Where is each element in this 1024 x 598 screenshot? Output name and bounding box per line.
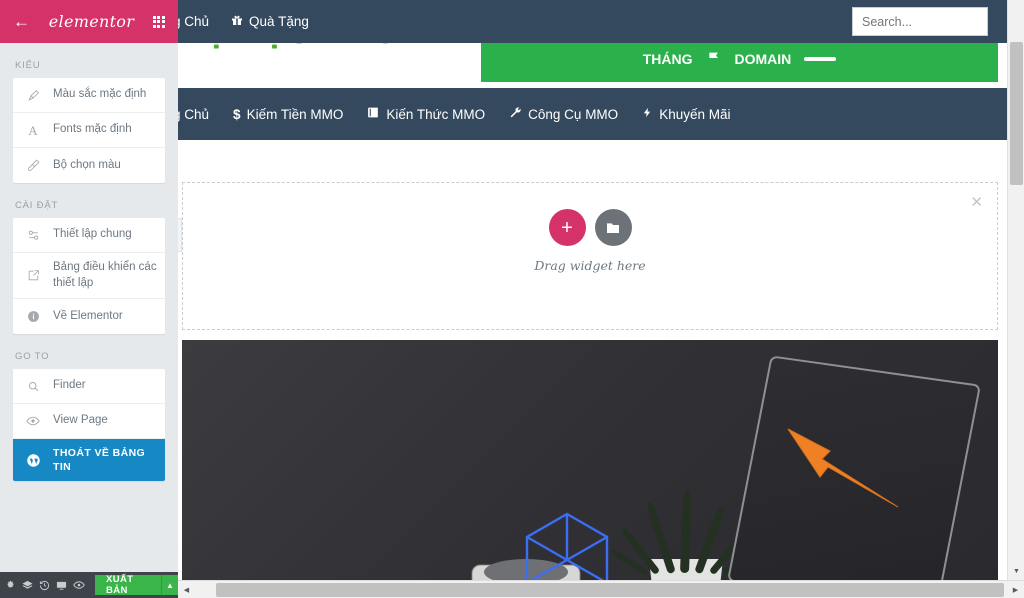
- panel-footer: XUẤT BẢN ▲: [0, 572, 178, 598]
- font-a-icon: A: [28, 122, 38, 138]
- horizontal-scrollbar[interactable]: ◀ ▶: [178, 580, 1024, 598]
- menu-item-settings-dashboard[interactable]: Bảng điều khiển các thiết lập: [13, 253, 165, 300]
- menu-item-view-page[interactable]: View Page: [13, 404, 165, 440]
- nav-label: Công Cụ MMO: [528, 106, 619, 122]
- drop-zone-label: Drag widget here: [534, 258, 646, 273]
- history-icon[interactable]: [39, 580, 50, 591]
- nav-item-home[interactable]: ang Chủ: [178, 107, 209, 122]
- responsive-icon[interactable]: [56, 580, 67, 591]
- menu-item-default-colors[interactable]: Màu sắc mặc định: [13, 78, 165, 113]
- scroll-right-arrow-icon[interactable]: ▶: [1007, 581, 1024, 598]
- logo-text-orange: MMO: [318, 43, 398, 50]
- book-icon: [367, 106, 380, 122]
- menu-item-default-fonts[interactable]: A Fonts mặc định: [13, 113, 165, 148]
- elementor-panel: ← elementor KIỂU Màu sắc mặc định A Font…: [0, 0, 178, 598]
- site-topbar: ang Chủ Quà Tặng: [178, 0, 1024, 43]
- horizontal-scrollbar-thumb[interactable]: [216, 583, 1004, 597]
- nav-label: Khuyến Mãi: [659, 106, 731, 122]
- drop-zone-inner: + Drag widget here: [183, 209, 997, 273]
- menu-label: Finder: [53, 379, 86, 392]
- folder-icon[interactable]: [594, 209, 632, 246]
- vertical-scrollbar-thumb[interactable]: [1010, 42, 1023, 185]
- editor-canvas: ❮ + Drag widget here ✕: [178, 140, 1024, 598]
- publish-button[interactable]: XUẤT BẢN: [95, 574, 162, 596]
- section-title-settings: CÀI ĐẶT: [15, 200, 59, 211]
- promo-flag-icon: [706, 50, 722, 69]
- site-main-nav: ang Chủ $ Kiếm Tiền MMO Kiến Thức MMO: [178, 88, 1024, 140]
- eyedropper-icon: [13, 159, 53, 172]
- settings-menu-card: Thiết lập chung Bảng điều khiển các thiế…: [13, 218, 165, 335]
- menu-label: Bảng điều khiển các thiết lập: [53, 261, 157, 289]
- site-banner: TỰ HỌC MMO THÁNG DOMAIN: [178, 43, 1024, 88]
- menu-label: Thiết lập chung: [53, 228, 132, 241]
- arrow-left-icon[interactable]: ←: [13, 13, 30, 30]
- menu-item-general-settings[interactable]: Thiết lập chung: [13, 218, 165, 253]
- grid-icon[interactable]: [152, 15, 165, 28]
- promo-left-text: THÁNG: [642, 51, 693, 67]
- vertical-scrollbar[interactable]: ▼: [1007, 0, 1024, 580]
- menu-label: Màu sắc mặc định: [53, 88, 147, 101]
- gift-icon: [231, 14, 243, 29]
- wordpress-icon: [13, 453, 53, 468]
- section-title-goto: GO TO: [15, 351, 50, 363]
- external-link-icon: [13, 269, 53, 282]
- sliders-icon: [13, 229, 53, 242]
- menu-item-about-elementor[interactable]: Về Elementor: [13, 299, 165, 334]
- menu-label: Fonts mặc định: [53, 123, 132, 136]
- menu-item-exit-to-dashboard[interactable]: THOÁT VỀ BẢNG TIN: [13, 439, 165, 482]
- bolt-icon: [642, 106, 653, 122]
- nav-item-khuyen-mai[interactable]: Khuyến Mãi: [642, 106, 730, 122]
- logo-text-green: TỰ HỌC: [186, 43, 318, 50]
- nav-label: Kiến Thức MMO: [386, 106, 486, 122]
- search-input[interactable]: [862, 14, 978, 29]
- site-logo[interactable]: TỰ HỌC MMO: [186, 43, 398, 50]
- wrench-icon: [509, 106, 522, 122]
- close-icon[interactable]: ✕: [970, 195, 983, 210]
- menu-item-color-picker[interactable]: Bộ chọn màu: [13, 148, 165, 183]
- panel-header: ← elementor: [0, 0, 178, 43]
- eye-icon: [13, 414, 53, 428]
- nav-label: ang Chủ: [178, 106, 210, 122]
- promo-pill: [804, 57, 837, 61]
- nav-item-kiem-tien[interactable]: $ Kiếm Tiền MMO: [233, 107, 343, 122]
- scroll-left-arrow-icon[interactable]: ◀: [178, 581, 195, 598]
- promo-mid-text: DOMAIN: [734, 51, 792, 67]
- layers-icon[interactable]: [22, 580, 33, 591]
- topbar-link-gift[interactable]: Quà Tặng: [231, 14, 309, 29]
- gear-icon[interactable]: [5, 579, 16, 591]
- elementor-logo: elementor: [48, 12, 135, 31]
- elementor-editor-screen: ← elementor KIỂU Màu sắc mặc định A Font…: [0, 0, 1024, 598]
- topbar-link-home[interactable]: ang Chủ: [178, 14, 209, 29]
- caret-up-icon[interactable]: ▲: [161, 575, 178, 595]
- hero-image: [182, 340, 998, 598]
- section-title-style: KIỂU: [15, 60, 41, 71]
- preview-eye-icon[interactable]: [73, 579, 85, 591]
- promo-banner[interactable]: THÁNG DOMAIN: [481, 43, 998, 82]
- dollar-icon: $: [233, 106, 241, 122]
- topbar-link-label: ang Chủ: [178, 14, 210, 29]
- menu-label: View Page: [53, 414, 108, 427]
- nav-item-cong-cu[interactable]: Công Cụ MMO: [509, 106, 618, 122]
- search-icon: [13, 380, 53, 393]
- menu-label: Về Elementor: [53, 309, 123, 322]
- paintbrush-icon: [13, 89, 53, 102]
- menu-label: THOÁT VỀ BẢNG TIN: [53, 447, 146, 474]
- drop-zone-buttons: +: [548, 209, 632, 246]
- menu-item-finder[interactable]: Finder: [13, 369, 165, 405]
- menu-label: Bộ chọn màu: [53, 158, 121, 171]
- style-menu-card: Màu sắc mặc định A Fonts mặc định Bộ chọ…: [13, 78, 165, 183]
- goto-menu-card: Finder View Page THOÁT VỀ BẢNG TIN: [13, 369, 165, 482]
- nav-label: Kiếm Tiền MMO: [246, 106, 344, 122]
- nav-item-kien-thuc[interactable]: Kiến Thức MMO: [367, 106, 485, 122]
- panel-body: KIỂU Màu sắc mặc định A Fonts mặc định B…: [0, 43, 178, 572]
- chevron-left-icon[interactable]: ❮: [178, 218, 182, 252]
- topbar-link-label: Quà Tặng: [249, 14, 309, 29]
- laptop-shape: [726, 355, 982, 598]
- drop-zone[interactable]: + Drag widget here ✕: [182, 182, 998, 330]
- info-icon: [13, 310, 53, 323]
- plus-icon[interactable]: +: [548, 209, 586, 246]
- page-preview: ang Chủ Quà Tặng TỰ HỌC MMO: [178, 0, 1024, 598]
- scroll-down-arrow-icon[interactable]: ▼: [1008, 563, 1024, 580]
- search-box[interactable]: [852, 7, 988, 36]
